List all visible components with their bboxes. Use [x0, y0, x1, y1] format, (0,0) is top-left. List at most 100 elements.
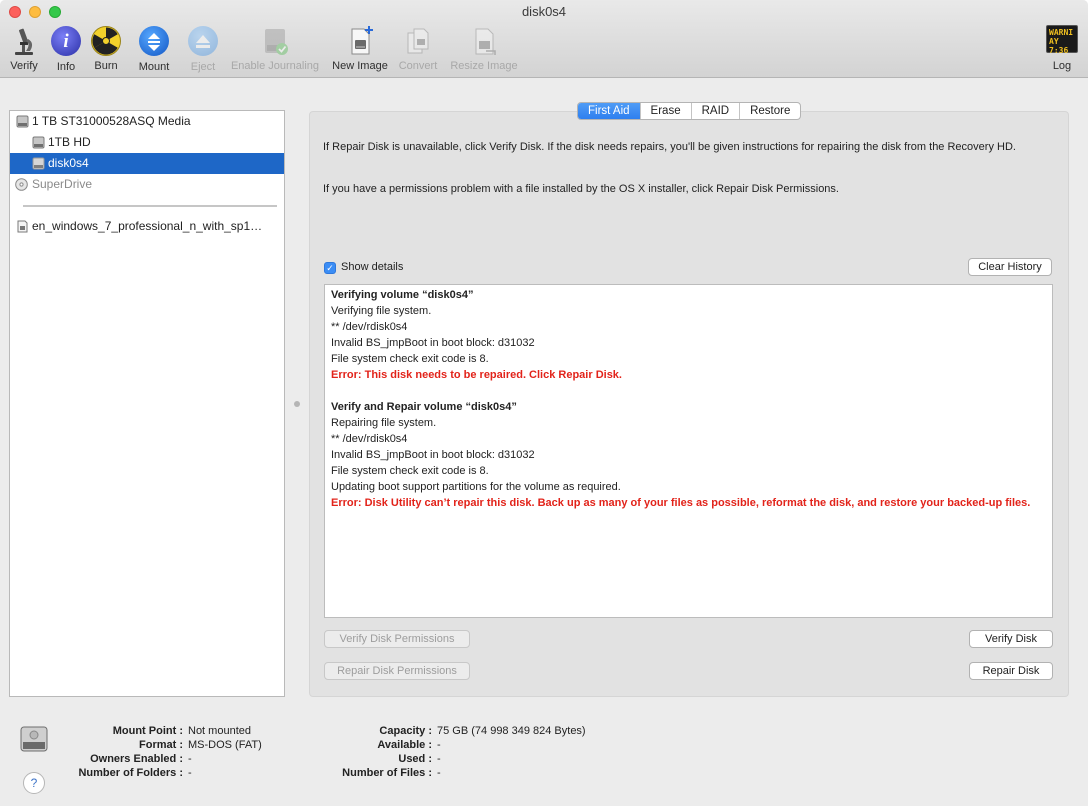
disk-image-icon [17, 220, 28, 233]
sidebar-item-1tb-hd[interactable]: 1TB HD [10, 132, 284, 153]
resize-image-label: Resize Image [450, 60, 518, 72]
mount-button[interactable]: Mount [136, 25, 172, 73]
tab-raid[interactable]: RAID [690, 103, 739, 119]
eject-label: Eject [190, 61, 216, 73]
volume-icon [32, 136, 45, 149]
burn-radiation-icon [90, 25, 122, 57]
sidebar-item-disk-image[interactable]: en_windows_7_professional_n_with_sp1… [10, 216, 284, 237]
mount-point-value: Not mounted [188, 725, 251, 737]
clear-history-button[interactable]: Clear History [968, 258, 1052, 276]
log-line: Verifying volume “disk0s4” [331, 289, 474, 301]
mount-icon [138, 26, 170, 58]
verify-disk-permissions-button[interactable]: Verify Disk Permissions [324, 630, 470, 648]
convert-button[interactable]: Convert [396, 25, 440, 73]
owners-enabled-value: - [188, 753, 192, 765]
window-title: disk0s4 [521, 4, 567, 19]
resize-image-icon [468, 25, 500, 57]
enable-journaling-label: Enable Journaling [230, 60, 320, 72]
resize-image-button[interactable]: Resize Image [446, 25, 522, 73]
mount-label: Mount [138, 61, 170, 73]
tab-first-aid[interactable]: First Aid [578, 103, 640, 119]
info-key: Used : [398, 753, 432, 765]
first-aid-info-repair: If Repair Disk is unavailable, click Ver… [323, 141, 1016, 153]
sidebar-item-superdrive[interactable]: SuperDrive [10, 174, 284, 195]
enable-journaling-button[interactable]: Enable Journaling [226, 25, 324, 73]
eject-icon [187, 26, 219, 58]
sidebar-item-label: 1 TB ST31000528ASQ Media [32, 114, 191, 128]
help-button[interactable]: ? [23, 772, 45, 794]
log-line: ** /dev/rdisk0s4 [331, 433, 408, 445]
verify-label: Verify [10, 60, 38, 72]
sidebar-item-disk0s4[interactable]: disk0s4 [10, 153, 284, 174]
show-details-checkbox[interactable]: ✓ [324, 262, 336, 274]
verify-button[interactable]: Verify [6, 25, 42, 73]
sidebar-item-label: disk0s4 [48, 156, 89, 170]
microscope-icon [8, 25, 40, 57]
log-line: Updating boot support partitions for the… [331, 481, 621, 493]
optical-drive-icon [15, 178, 28, 191]
show-details-label: Show details [341, 261, 404, 273]
info-key: Available : [377, 739, 432, 751]
new-image-icon [344, 25, 376, 57]
disk-list-sidebar: 1 TB ST31000528ASQ Media 1TB HD disk0s4 … [9, 110, 285, 697]
new-image-label: New Image [332, 60, 388, 72]
eject-button[interactable]: Eject [186, 25, 220, 73]
log-line: File system check exit code is 8. [331, 465, 489, 477]
convert-icon [402, 25, 434, 57]
info-icon: i [50, 26, 82, 58]
first-aid-log: Verifying volume “disk0s4” Verifying fil… [324, 284, 1053, 618]
sidebar-item-label: 1TB HD [48, 135, 91, 149]
sidebar-item-label: en_windows_7_professional_n_with_sp1… [32, 219, 263, 233]
journal-disk-icon [259, 25, 291, 57]
info-key: Number of Folders : [78, 767, 183, 779]
hard-drive-icon [16, 115, 29, 128]
tab-erase[interactable]: Erase [639, 103, 691, 119]
tab-restore[interactable]: Restore [739, 103, 800, 119]
log-badge-line2: AY 7:36 [1049, 37, 1069, 55]
log-line: Verifying file system. [331, 305, 432, 317]
log-line: Repairing file system. [331, 417, 437, 429]
used-value: - [437, 753, 441, 765]
available-value: - [437, 739, 441, 751]
capacity-value: 75 GB (74 998 349 824 Bytes) [437, 725, 586, 737]
toolbar: disk0s4 Verify i Info Burn Mount Eject E… [0, 0, 1088, 78]
log-button[interactable]: WARNI AY 7:36 Log [1044, 25, 1080, 73]
info-button[interactable]: i Info [50, 25, 82, 73]
info-key: Format : [139, 739, 183, 751]
info-label: Info [56, 61, 76, 73]
tab-bar: First Aid Erase RAID Restore [577, 102, 802, 120]
burn-button[interactable]: Burn [90, 25, 122, 73]
burn-label: Burn [94, 60, 118, 72]
log-error-line: Error: Disk Utility can’t repair this di… [331, 497, 1031, 509]
log-line: Verify and Repair volume “disk0s4” [331, 401, 517, 413]
info-key: Capacity : [379, 725, 432, 737]
number-of-files-value: - [437, 767, 441, 779]
disk-utility-window: disk0s4 Verify i Info Burn Mount Eject E… [0, 0, 1088, 806]
info-key: Mount Point : [112, 725, 183, 737]
info-key: Owners Enabled : [90, 753, 183, 765]
split-view-handle[interactable] [294, 401, 300, 407]
info-key: Number of Files : [342, 767, 432, 779]
log-line: File system check exit code is 8. [331, 353, 489, 365]
number-of-folders-value: - [188, 767, 192, 779]
log-line: Invalid BS_jmpBoot in boot block: d31032 [331, 449, 535, 461]
selected-disk-icon [20, 726, 48, 752]
sidebar-item-physical-disk[interactable]: 1 TB ST31000528ASQ Media [10, 111, 284, 132]
format-value: MS-DOS (FAT) [188, 739, 262, 751]
new-image-button[interactable]: New Image [329, 25, 391, 73]
repair-disk-permissions-button[interactable]: Repair Disk Permissions [324, 662, 470, 680]
first-aid-info-permissions: If you have a permissions problem with a… [323, 183, 839, 195]
sidebar-separator [23, 205, 277, 207]
log-label: Log [1052, 60, 1072, 72]
repair-disk-button[interactable]: Repair Disk [969, 662, 1053, 680]
console-log-icon: WARNI AY 7:36 [1046, 25, 1078, 55]
log-line: Invalid BS_jmpBoot in boot block: d31032 [331, 337, 535, 349]
log-blank-line [331, 383, 1046, 399]
sidebar-item-label: SuperDrive [32, 177, 93, 191]
convert-label: Convert [398, 60, 438, 72]
volume-icon [32, 157, 45, 170]
log-line: ** /dev/rdisk0s4 [331, 321, 408, 333]
log-badge-line1: WARNI [1049, 28, 1074, 37]
verify-disk-button[interactable]: Verify Disk [969, 630, 1053, 648]
log-error-line: Error: This disk needs to be repaired. C… [331, 369, 622, 381]
